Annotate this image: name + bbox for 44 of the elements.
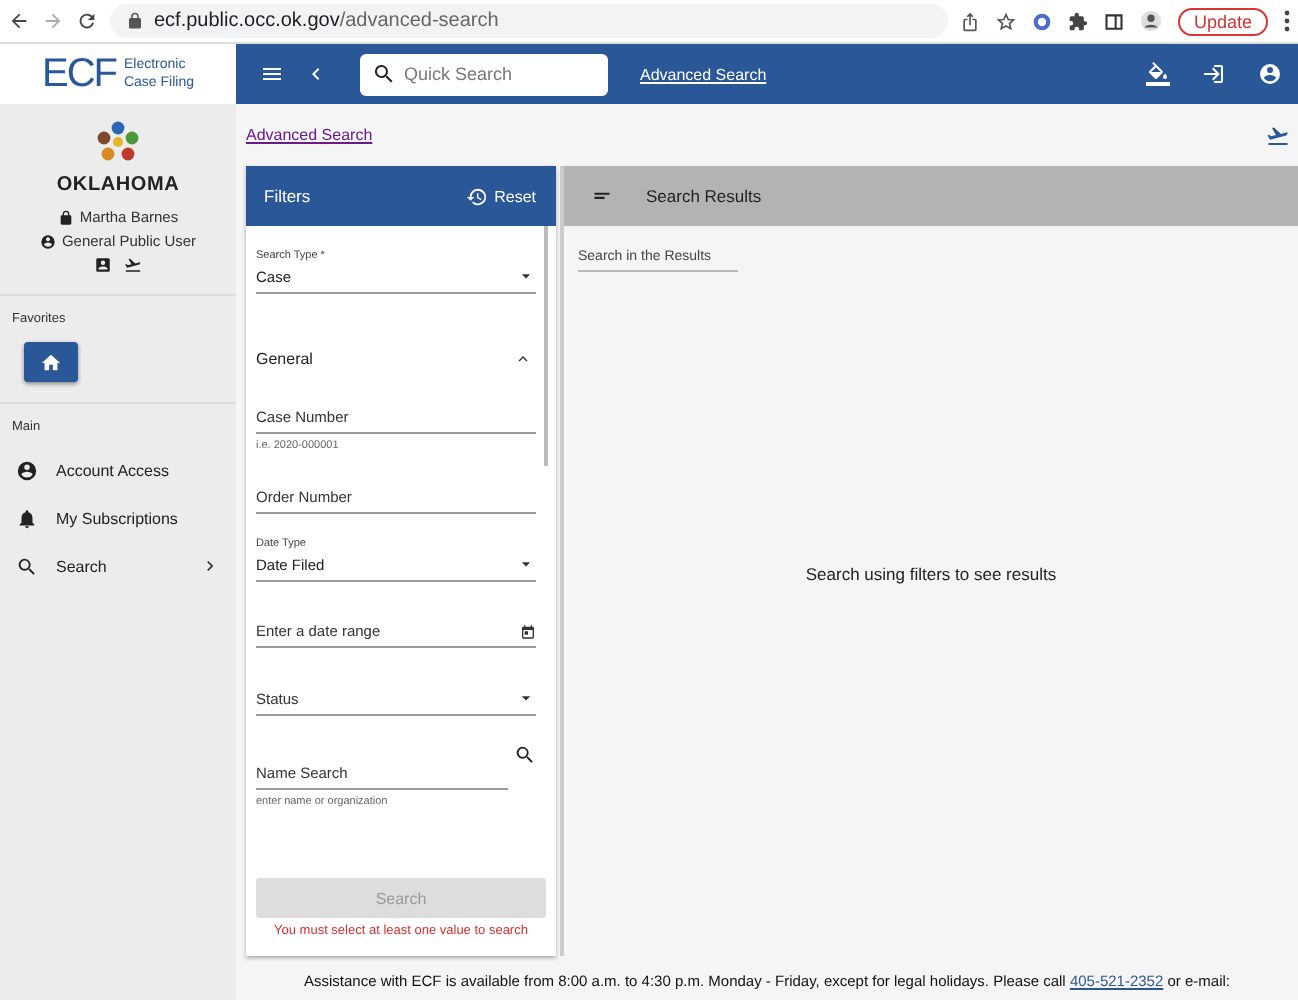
reload-icon[interactable] [76,10,98,32]
nav-item[interactable]: My Subscriptions [0,494,236,542]
home-icon [40,351,62,373]
menu-icon[interactable] [260,62,284,86]
empty-message: Search using filters to see results [805,564,1057,584]
quick-search-field[interactable]: Quick Search [360,53,608,95]
url-text: ecf.public.occ.ok.gov/advanced-search [154,10,499,32]
address-bar[interactable]: ecf.public.occ.ok.gov/advanced-search [110,4,948,38]
user-icon [39,233,56,249]
panel-title: Search Results [646,186,762,206]
extension-circle-icon[interactable] [1031,11,1052,31]
nav-item[interactable]: Search [0,542,236,590]
paint-bucket-icon[interactable] [1146,62,1170,86]
search-icon [514,744,536,766]
logout-icon[interactable] [1202,62,1226,86]
account-icon [16,459,38,481]
nav-item[interactable]: Account Access [0,446,236,494]
star-icon[interactable] [995,11,1016,31]
puzzle-icon[interactable] [1067,11,1088,31]
calendar-icon [520,623,536,639]
account-icon[interactable] [1258,62,1282,86]
reset-button[interactable]: Reset [466,185,536,207]
share-icon[interactable] [959,11,980,31]
state-name: OKLAHOMA [56,174,180,196]
breadcrumb-link[interactable]: Advanced Search [246,126,373,144]
panel-title: Filters [264,186,311,206]
history-icon [466,185,489,207]
sidebar-icon[interactable] [1103,11,1124,31]
more-icon[interactable] [1284,10,1290,32]
lock-icon [126,12,144,30]
id-card-icon[interactable] [94,256,112,274]
profile-icon[interactable] [1139,10,1162,32]
home-button[interactable] [24,342,78,382]
update-button[interactable]: Update [1177,7,1268,35]
plane-icon[interactable] [124,256,142,274]
search-icon [372,62,396,86]
search-icon [16,555,38,577]
plane-icon[interactable] [1266,123,1290,147]
lock-icon [57,209,74,225]
section-header[interactable]: General [256,350,536,368]
advanced-search-link[interactable]: Advanced Search [640,65,767,83]
back-icon[interactable] [8,10,30,32]
bell-icon [16,507,38,529]
logo-mark: ECF [41,51,116,97]
